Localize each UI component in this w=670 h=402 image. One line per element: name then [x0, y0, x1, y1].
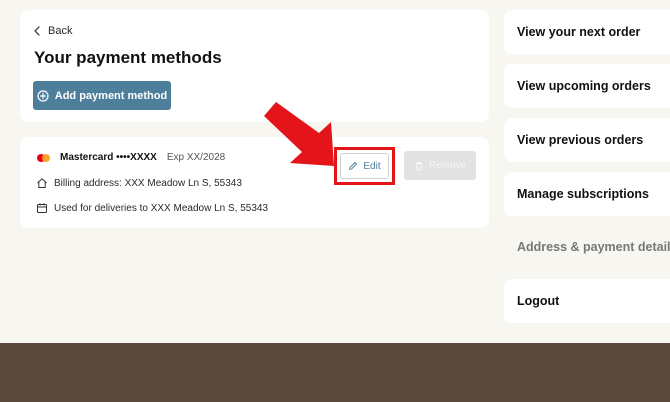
sidebar-item-label: View previous orders [517, 133, 644, 147]
sidebar-item-previous-orders[interactable]: View previous orders [504, 118, 670, 162]
payment-methods-header-card: Back Your payment methods Add payment me… [20, 10, 489, 122]
home-icon [37, 178, 47, 188]
sidebar-item-label: View your next order [517, 25, 641, 39]
edit-button[interactable]: Edit [340, 153, 389, 179]
sidebar-item-label: Manage subscriptions [517, 187, 649, 201]
card-expiry: Exp XX/2028 [166, 152, 226, 163]
billing-address: Billing address: XXX Meadow Ln S, 55343 [54, 177, 242, 189]
page-title: Your payment methods [34, 48, 222, 67]
sidebar-item-label: Logout [517, 294, 560, 308]
sidebar-item-next-order[interactable]: View your next order [504, 10, 670, 54]
edit-label: Edit [363, 160, 381, 172]
pencil-icon [349, 162, 358, 170]
mastercard-logo-icon [36, 153, 52, 163]
delivery-info: Used for deliveries to XXX Meadow Ln S, … [54, 202, 269, 214]
back-label: Back [48, 25, 73, 37]
trash-icon [415, 161, 423, 170]
card-masked-number: ••••XXXX [116, 152, 157, 163]
card-brand: Mastercard [60, 152, 114, 163]
remove-label: Remove [428, 160, 467, 171]
plus-circle-icon [37, 89, 49, 102]
back-link[interactable]: Back [34, 24, 72, 38]
delivery-usage-row: Used for deliveries to XXX Meadow Ln S, … [36, 202, 268, 214]
remove-button[interactable]: Remove [404, 151, 476, 180]
chevron-left-icon [34, 26, 40, 36]
sidebar-item-upcoming-orders[interactable]: View upcoming orders [504, 64, 670, 108]
card-summary: Mastercard ••••XXXX Exp XX/2028 [36, 152, 225, 163]
footer-band [0, 343, 670, 402]
sidebar-item-label: View upcoming orders [517, 79, 651, 93]
add-payment-method-label: Add payment method [54, 89, 168, 102]
sidebar-item-label: Address & payment details [517, 240, 670, 254]
sidebar-item-address-payment[interactable]: Address & payment details [504, 225, 670, 269]
billing-address-row: Billing address: XXX Meadow Ln S, 55343 [36, 177, 242, 189]
payment-method-card: Mastercard ••••XXXX Exp XX/2028 Billing … [20, 137, 489, 228]
add-payment-method-button[interactable]: Add payment method [33, 81, 171, 110]
calendar-icon [37, 203, 47, 213]
sidebar-item-manage-subscriptions[interactable]: Manage subscriptions [504, 172, 670, 216]
sidebar-item-logout[interactable]: Logout [504, 279, 670, 323]
